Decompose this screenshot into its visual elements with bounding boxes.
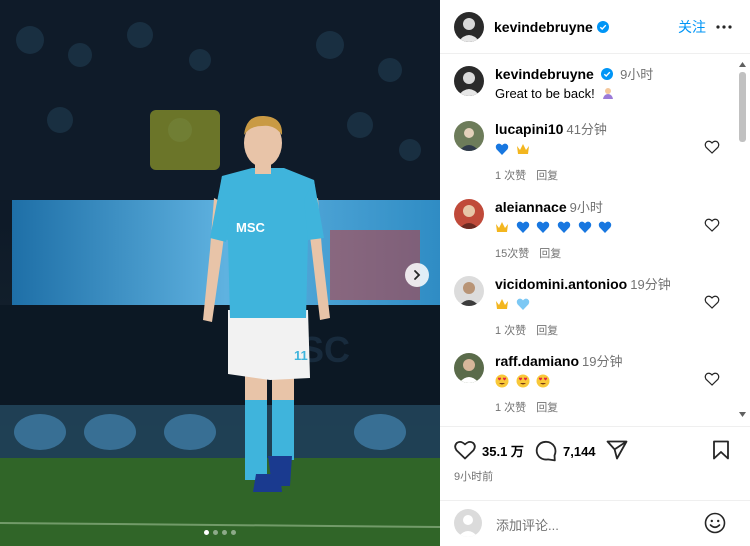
- post-username[interactable]: kevindebruyne: [494, 19, 593, 35]
- comment-likes[interactable]: 1 次赞: [495, 402, 526, 414]
- like-comment-heart-icon[interactable]: [704, 217, 720, 233]
- save-button[interactable]: [712, 440, 730, 460]
- follow-button[interactable]: 关注: [678, 17, 706, 37]
- avatar[interactable]: [454, 11, 484, 42]
- more-options-button[interactable]: [716, 19, 732, 35]
- comment-username[interactable]: vicidomini.antonioo: [495, 276, 627, 292]
- avatar[interactable]: [454, 276, 484, 306]
- comments-list: kevindebruyne 9小时 Great to be back! luca…: [440, 55, 750, 423]
- comment-time[interactable]: 41分钟: [566, 122, 606, 137]
- crown-icon: [496, 222, 508, 232]
- chevron-right-icon: [414, 270, 421, 280]
- like-count[interactable]: 35.1 万: [482, 441, 524, 460]
- more-horizontal-icon: [716, 24, 732, 29]
- emoji-smile-icon[interactable]: [704, 512, 726, 534]
- scroll-up-arrow-icon[interactable]: [738, 60, 747, 68]
- comment-text: [495, 219, 695, 237]
- carousel-dot[interactable]: [213, 530, 218, 535]
- blue-heart-icon: [516, 221, 529, 233]
- reply-button[interactable]: 回复: [539, 248, 561, 260]
- avatar[interactable]: [454, 121, 484, 151]
- comment-count[interactable]: 7,144: [563, 444, 596, 459]
- comment-button[interactable]: 7,144: [535, 440, 596, 462]
- caption-username[interactable]: kevindebruyne: [495, 66, 594, 82]
- comment-text: [495, 296, 695, 314]
- sponsor-text: MSC: [236, 220, 266, 235]
- scrollbar-thumb[interactable]: [739, 72, 746, 142]
- heart-eyes-icon: [536, 374, 550, 388]
- shirt-number: 11: [294, 348, 308, 363]
- avatar[interactable]: [454, 66, 484, 96]
- comment-username[interactable]: aleiannace: [495, 199, 567, 215]
- current-user-avatar: [454, 509, 482, 537]
- comment-likes[interactable]: 15次赞: [495, 248, 529, 260]
- carousel-dot[interactable]: [204, 530, 209, 535]
- blue-heart-icon: [578, 221, 591, 233]
- blue-heart-icon: [537, 221, 550, 233]
- comment-username[interactable]: raff.damiano: [495, 353, 579, 369]
- carousel-next-button[interactable]: [405, 263, 429, 287]
- blue-heart-icon: [495, 143, 509, 155]
- share-plane-icon: [606, 440, 628, 460]
- comment-text: [495, 141, 695, 159]
- post-side-panel: kevindebruyne 关注 kevindebruyne 9小时 Great…: [440, 0, 750, 546]
- blue-heart-icon: [598, 221, 612, 233]
- heart-icon: [454, 440, 476, 460]
- crown-icon: [496, 299, 508, 309]
- comments-scrollbar[interactable]: [738, 60, 747, 418]
- comment-username[interactable]: lucapini10: [495, 121, 563, 137]
- avatar[interactable]: [454, 353, 484, 383]
- comment-time[interactable]: 19分钟: [630, 277, 670, 292]
- scroll-down-arrow-icon[interactable]: [738, 410, 747, 418]
- post-photo: MSC MSC 11: [0, 0, 440, 546]
- heart-eyes-icon: [495, 374, 509, 388]
- carousel-dot[interactable]: [231, 530, 236, 535]
- share-button[interactable]: [606, 440, 628, 460]
- post-header: kevindebruyne 关注: [440, 0, 750, 54]
- blue-heart-icon: [557, 221, 571, 233]
- comment-text: [495, 373, 695, 391]
- crown-icon: [516, 144, 529, 154]
- reply-button[interactable]: 回复: [536, 170, 558, 182]
- comment-likes[interactable]: 1 次赞: [495, 170, 526, 182]
- bookmark-icon: [713, 440, 729, 460]
- comment-time[interactable]: 19分钟: [582, 354, 622, 369]
- caption-text: Great to be back!: [495, 86, 595, 101]
- like-comment-heart-icon[interactable]: [704, 371, 720, 387]
- heart-eyes-icon: [516, 374, 530, 388]
- reply-button[interactable]: 回复: [536, 402, 558, 414]
- avatar[interactable]: [454, 199, 484, 229]
- light-blue-heart-icon: [516, 298, 529, 310]
- comment-time[interactable]: 9小时: [570, 200, 603, 215]
- verified-badge-icon: [601, 68, 614, 80]
- reply-button[interactable]: 回复: [536, 325, 558, 337]
- post-timestamp[interactable]: 9小时前: [454, 468, 493, 484]
- comment-likes[interactable]: 1 次赞: [495, 325, 526, 337]
- caption-time[interactable]: 9小时: [620, 67, 653, 82]
- add-comment-bar: 添加评论...: [440, 500, 750, 546]
- like-comment-heart-icon[interactable]: [704, 294, 720, 310]
- add-comment-input[interactable]: 添加评论...: [496, 515, 559, 534]
- carousel-dots: [0, 530, 440, 535]
- verified-badge-icon: [596, 20, 609, 33]
- like-comment-heart-icon[interactable]: [704, 139, 720, 155]
- carousel-dot[interactable]: [222, 530, 227, 535]
- photo-scene: MSC MSC 11: [0, 0, 440, 546]
- hands-icon: [603, 88, 614, 99]
- like-button[interactable]: 35.1 万: [454, 440, 524, 460]
- comment-bubble-icon: [535, 440, 557, 462]
